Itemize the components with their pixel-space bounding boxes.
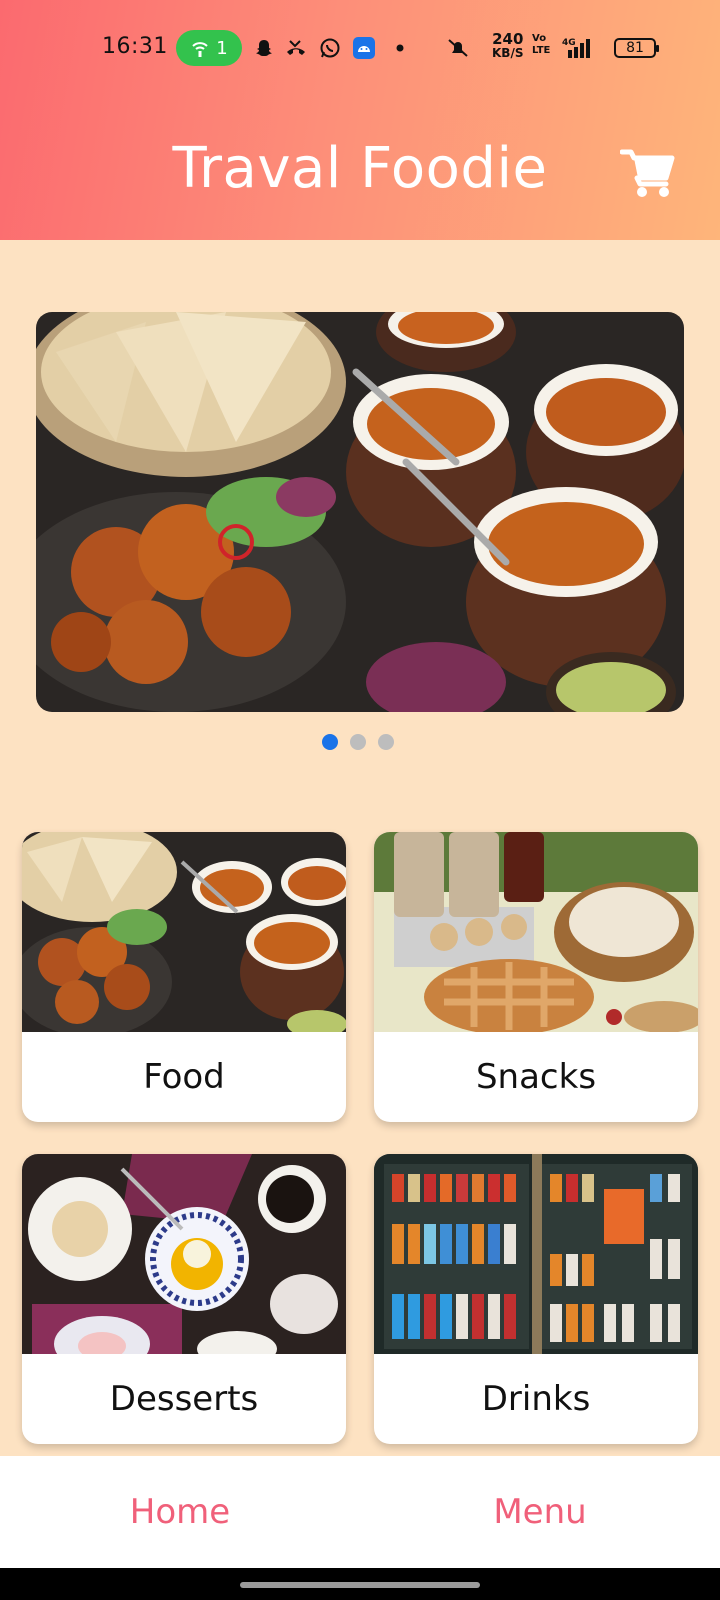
status-time: 16:31: [102, 34, 168, 59]
system-gesture-bar: [0, 1568, 720, 1600]
food-image: [22, 832, 346, 1032]
carousel-image: [36, 312, 684, 712]
snacks-image: [374, 832, 698, 1032]
app-header: 16:31 1 240 KB/S Vo LTE 4G 81 Traval Foo…: [0, 0, 720, 240]
page-title: Traval Foodie: [172, 136, 548, 201]
category-card-drinks[interactable]: Drinks: [374, 1154, 698, 1444]
desserts-image: [22, 1154, 346, 1354]
nav-home[interactable]: Home: [0, 1456, 360, 1568]
network-speed: 240 KB/S: [492, 30, 524, 61]
svg-text:4G: 4G: [562, 38, 576, 48]
category-card-snacks[interactable]: Snacks: [374, 832, 698, 1122]
snapchat-icon: [252, 36, 276, 60]
status-bar: 16:31 1 240 KB/S Vo LTE 4G 81: [0, 28, 720, 68]
category-label: Desserts: [109, 1379, 259, 1419]
carousel-dot[interactable]: [350, 734, 366, 750]
hotspot-indicator[interactable]: 1: [176, 30, 242, 66]
nav-menu[interactable]: Menu: [360, 1456, 720, 1568]
category-card-desserts[interactable]: Desserts: [22, 1154, 346, 1444]
hotspot-icon: [192, 42, 208, 57]
drinks-image: [374, 1154, 698, 1354]
category-label: Food: [143, 1057, 225, 1097]
carousel-indicator[interactable]: [322, 734, 394, 750]
category-label: Snacks: [475, 1057, 597, 1097]
food-carousel[interactable]: [36, 312, 684, 712]
battery-level: 81: [626, 40, 644, 56]
network-speed-value: 240: [492, 30, 524, 48]
missed-call-icon: [284, 36, 308, 60]
signal-icon: 4G: [562, 36, 596, 60]
bottom-navigation: Home Menu: [0, 1456, 720, 1568]
network-speed-unit: KB/S: [492, 46, 524, 60]
hotspot-count: 1: [216, 37, 228, 59]
carousel-dot[interactable]: [322, 734, 338, 750]
volte-top: Vo: [532, 33, 547, 44]
category-card-food[interactable]: Food: [22, 832, 346, 1122]
cart-icon: [619, 149, 675, 197]
carousel-dot[interactable]: [378, 734, 394, 750]
app-notification-icon: [352, 36, 376, 60]
volte-bottom: LTE: [532, 45, 551, 56]
more-notifications-icon: [388, 36, 412, 60]
mute-icon: [446, 36, 470, 60]
volte-indicator: Vo LTE: [532, 33, 550, 57]
cart-button[interactable]: [619, 146, 676, 200]
home-gesture-handle[interactable]: [240, 1582, 480, 1588]
whatsapp-icon: [318, 36, 342, 60]
battery-indicator: 81: [614, 38, 659, 58]
category-label: Drinks: [481, 1379, 591, 1419]
